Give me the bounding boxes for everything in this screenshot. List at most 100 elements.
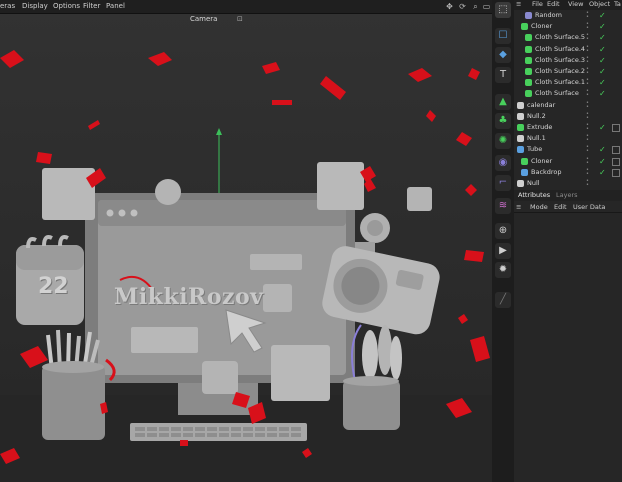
viewport-menubar: eras Display Options Filter Panel ✥ ⟳ ⌕ …	[0, 0, 492, 14]
visibility-dots-icon[interactable]: •​•	[586, 33, 591, 42]
object-row[interactable]: Cloth Surface.4 •​• ✓	[514, 44, 622, 55]
tag-icon[interactable]	[612, 146, 620, 155]
viewport[interactable]: MikkiRozov 22 eras Display Options Filte…	[0, 0, 492, 482]
cube-icon[interactable]: ◆	[495, 47, 511, 63]
object-row[interactable]: Cloth Surface.2 •​• ✓	[514, 66, 622, 77]
object-row[interactable]: Cloth Surface.5 •​• ✓	[514, 32, 622, 43]
enabled-check-icon[interactable]: ✓	[599, 10, 606, 21]
object-type-icon	[517, 146, 524, 154]
light-icon[interactable]: ✹	[495, 262, 511, 278]
zoom-view-icon[interactable]: ⌕	[471, 2, 480, 11]
keyboard	[130, 423, 307, 441]
visibility-dots-icon[interactable]: •​•	[586, 67, 591, 76]
menu-cameras[interactable]: eras	[0, 2, 15, 10]
enabled-check-icon[interactable]: ✓	[599, 77, 606, 88]
visibility-dots-icon[interactable]: •​•	[586, 123, 591, 132]
object-row[interactable]: Random •​• ✓	[514, 10, 622, 21]
object-row[interactable]: Backdrop •​• ✓	[514, 167, 622, 178]
deformer-icon[interactable]: ◉	[495, 155, 511, 171]
menu-edit[interactable]: Edit	[547, 0, 560, 8]
menu-hamburger-icon[interactable]: ≡	[516, 0, 521, 8]
visibility-dots-icon[interactable]: •​•	[586, 78, 591, 87]
object-label: Extrude	[527, 123, 553, 131]
object-row[interactable]: Extrude •​• ✓	[514, 122, 622, 133]
selection-icon[interactable]: ⬚	[495, 2, 511, 18]
object-row[interactable]: Null •​•	[514, 178, 622, 189]
object-row[interactable]: Null.2 •​•	[514, 111, 622, 122]
menu-mode[interactable]: Mode	[530, 203, 548, 211]
object-type-icon	[517, 112, 524, 120]
object-row[interactable]: Cloth Surface.3 •​• ✓	[514, 55, 622, 66]
visibility-dots-icon[interactable]: •​•	[586, 55, 591, 65]
menu-filter[interactable]: Filter	[83, 2, 100, 10]
spline-icon[interactable]: ≋	[495, 198, 511, 214]
enabled-check-icon[interactable]: ✓	[599, 21, 606, 32]
menu-attr-edit[interactable]: Edit	[554, 203, 567, 211]
sphere-icon[interactable]: ⊕	[495, 223, 511, 239]
object-row[interactable]: Null.1 •​•	[514, 133, 622, 144]
menu-object[interactable]: Object	[589, 0, 610, 8]
object-row[interactable]: Cloth Surface •​• ✓	[514, 88, 622, 99]
side-panel: ⬚ ☐ ◆ T ▲ ♣ ✺ ◉ ⌐ ≋ ⊕ ▶ ✹ ╱ ≡ File Edit …	[492, 0, 622, 482]
menu-options[interactable]: Options	[53, 2, 80, 10]
attr-hamburger-icon[interactable]: ≡	[516, 203, 521, 211]
menu-tags[interactable]: Ta	[614, 0, 621, 8]
scene-render[interactable]	[0, 0, 492, 482]
mograph-icon[interactable]: ✺	[495, 133, 511, 149]
object-row[interactable]: Cloner •​• ✓	[514, 21, 622, 32]
cloner-icon[interactable]: ♣	[495, 113, 511, 129]
visibility-dots-icon[interactable]: •​•	[586, 167, 591, 177]
enabled-check-icon[interactable]: ✓	[599, 88, 606, 99]
visibility-dots-icon[interactable]: •​•	[586, 145, 591, 154]
visibility-dots-icon[interactable]: •​•	[586, 111, 591, 121]
menu-panel[interactable]: Panel	[106, 2, 125, 10]
object-row[interactable]: Tube •​• ✓	[514, 144, 622, 155]
camera-settings-icon[interactable]: ⊡	[237, 15, 243, 23]
maximize-view-icon[interactable]: ▭	[482, 2, 491, 11]
object-row[interactable]: calendar •​•	[514, 100, 622, 111]
enabled-check-icon[interactable]: ✓	[599, 122, 606, 133]
text-icon[interactable]: T	[495, 67, 511, 83]
object-type-icon	[517, 180, 524, 187]
enabled-check-icon[interactable]: ✓	[599, 167, 606, 178]
enabled-check-icon[interactable]: ✓	[599, 156, 606, 167]
floating-card	[42, 168, 95, 220]
menu-view[interactable]: View	[568, 0, 583, 8]
tag-icon[interactable]	[612, 168, 620, 177]
tab-layers[interactable]: Layers	[556, 191, 578, 199]
tab-attributes[interactable]: Attributes	[518, 191, 550, 199]
enabled-check-icon[interactable]: ✓	[599, 55, 606, 66]
enabled-check-icon[interactable]: ✓	[599, 66, 606, 77]
object-label: Cloth Surface	[535, 89, 579, 98]
pen-icon[interactable]: ╱	[495, 292, 511, 308]
visibility-dots-icon[interactable]: •​•	[586, 134, 591, 143]
scene-logo-text: MikkiRozov	[114, 284, 264, 310]
tag-icon[interactable]	[612, 124, 620, 132]
visibility-dots-icon[interactable]: •​•	[586, 156, 591, 166]
camera-icon[interactable]: ▶	[495, 243, 511, 259]
enabled-check-icon[interactable]: ✓	[599, 32, 606, 43]
visibility-dots-icon[interactable]: •​•	[586, 22, 591, 31]
object-row[interactable]: Cloth Surface.1 •​• ✓	[514, 77, 622, 88]
move-view-icon[interactable]: ✥	[445, 2, 454, 11]
object-type-icon	[525, 34, 532, 42]
menu-file[interactable]: File	[532, 0, 543, 8]
enabled-check-icon[interactable]: ✓	[599, 44, 606, 55]
object-row[interactable]: Cloner •​• ✓	[514, 156, 622, 167]
visibility-dots-icon[interactable]: •​•	[586, 44, 591, 54]
menu-display[interactable]: Display	[22, 2, 48, 10]
visibility-dots-icon[interactable]: •​•	[586, 11, 591, 20]
cloth-icon[interactable]: ▲	[495, 94, 511, 110]
object-label: Backdrop	[531, 167, 562, 176]
visibility-dots-icon[interactable]: •​•	[586, 179, 591, 188]
enabled-check-icon[interactable]: ✓	[599, 144, 606, 155]
visibility-dots-icon[interactable]: •​•	[586, 100, 591, 110]
object-label: Cloth Surface.4	[535, 44, 586, 53]
tag-icon[interactable]	[612, 157, 620, 166]
camera-label[interactable]: Camera	[190, 15, 217, 23]
visibility-dots-icon[interactable]: •​•	[586, 89, 591, 98]
rectangle-icon[interactable]: ☐	[495, 28, 511, 44]
field-icon[interactable]: ⌐	[495, 175, 511, 191]
menu-user-data[interactable]: User Data	[573, 203, 605, 211]
rotate-view-icon[interactable]: ⟳	[458, 2, 467, 11]
